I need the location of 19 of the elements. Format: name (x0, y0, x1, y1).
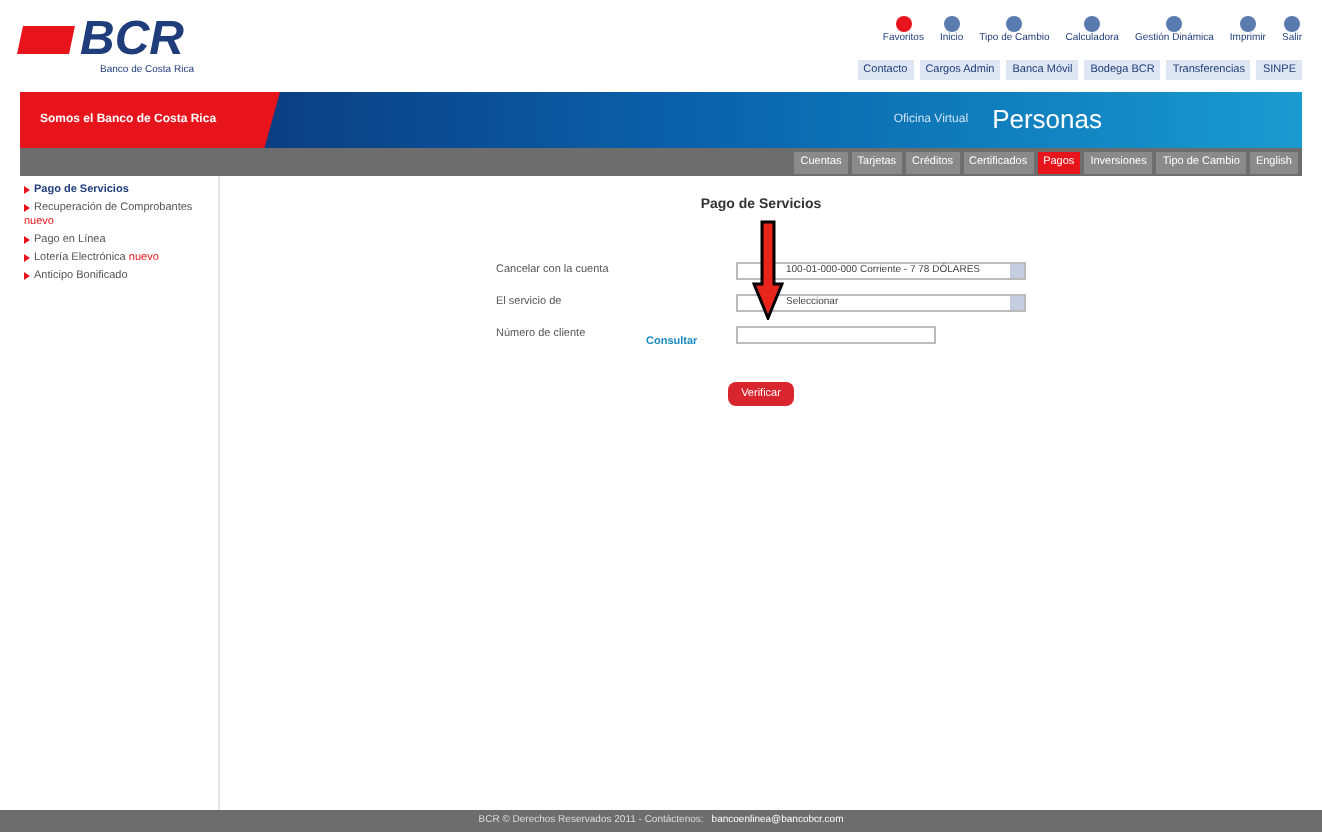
tool-icon (895, 16, 912, 32)
arrow-icon (752, 220, 784, 320)
tool-icon (1166, 16, 1183, 32)
logo: BCR (80, 16, 184, 64)
tool-icon (1283, 16, 1300, 32)
bullet-icon (24, 271, 30, 280)
bullet-icon (24, 203, 30, 212)
logo-icon (17, 26, 75, 54)
tool-icon (943, 16, 960, 32)
bullet-icon (24, 185, 30, 194)
dropdown-icon (1010, 264, 1024, 278)
dropdown-icon (1010, 296, 1024, 310)
input-field[interactable] (736, 326, 936, 344)
bullet-icon (24, 253, 30, 262)
tool-icon (1239, 16, 1256, 32)
bullet-icon (24, 235, 30, 244)
page-title: Personas (992, 102, 1102, 139)
tool-icon (1084, 16, 1101, 32)
tool-icon (1006, 16, 1023, 32)
